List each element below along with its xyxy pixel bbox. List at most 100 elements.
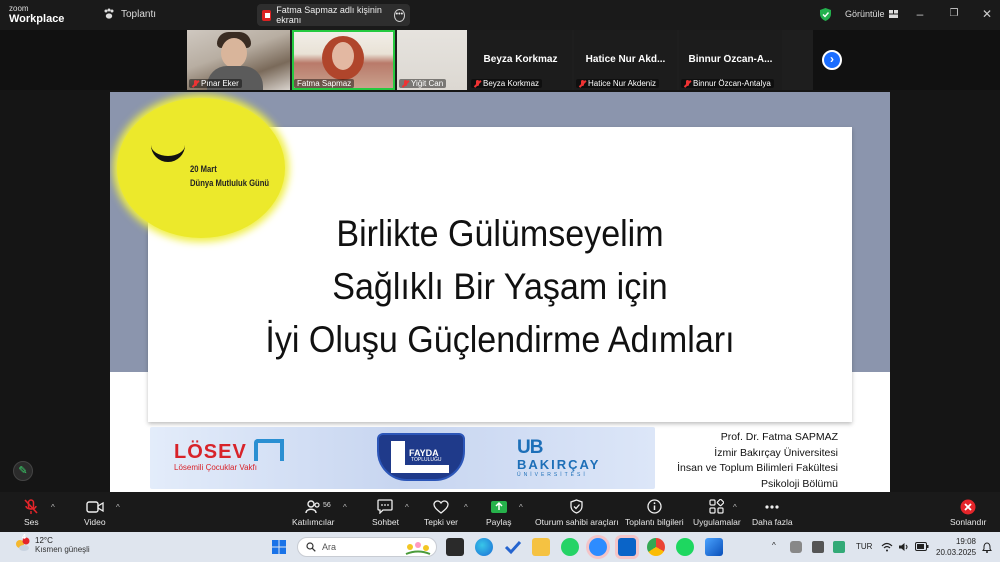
tray-app-icon[interactable] [790, 541, 802, 553]
share-options-chevron-icon[interactable]: ^ [519, 503, 523, 512]
fayda-logo-subtitle: TOPLULUĞU [411, 457, 442, 463]
edge-browser-icon[interactable] [475, 538, 493, 556]
participant-tile[interactable]: Beyza Korkmaz Beyza Korkmaz [469, 30, 572, 90]
meeting-info-button[interactable]: Toplantı bilgileri [625, 498, 684, 527]
participant-name: Fatma Sapmaz [297, 79, 352, 88]
participant-name: Binnur Özcan-Antalya [693, 79, 771, 88]
file-explorer-icon[interactable] [532, 538, 550, 556]
windows-start-icon[interactable] [272, 540, 286, 554]
losev-logo-subtitle: Lösemili Çocuklar Vakfı [174, 463, 257, 472]
losev-logo-text: LÖSEV [174, 441, 247, 463]
zoom-logo: zoom Workplace [9, 5, 64, 25]
presenter-name: Prof. Dr. Fatma SAPMAZ [720, 431, 838, 443]
participant-name: Hatice Nur Akdeniz [588, 79, 657, 88]
zoom-app-icon[interactable] [589, 538, 607, 556]
weather-widget[interactable]: 4 12°C Kısmen güneşli [14, 534, 90, 554]
tray-overflow-chevron-icon[interactable]: ^ [772, 541, 776, 550]
participant-tile[interactable]: Yiğit Can [397, 30, 467, 90]
bakircay-logo: UB BAKIRÇAY ÜNİVERSİTESİ [517, 437, 600, 478]
audio-label: Ses [24, 517, 39, 527]
chat-button[interactable]: Sohbet [372, 498, 399, 527]
host-tools-button[interactable]: Oturum sahibi araçları [535, 498, 619, 527]
participant-tile[interactable]: Binnur Özcan-A... Binnur Özcan-Antalya [679, 30, 782, 90]
chat-options-chevron-icon[interactable]: ^ [405, 503, 409, 512]
participant-name-tag: Binnur Özcan-Antalya [681, 79, 774, 88]
outlook-icon[interactable] [618, 538, 636, 556]
video-button[interactable]: Video [84, 498, 106, 527]
apps-options-chevron-icon[interactable]: ^ [733, 503, 737, 512]
participant-name: Yiğit Can [411, 79, 444, 88]
fayda-logo-mark-base [391, 465, 449, 473]
audio-options-chevron-icon[interactable]: ^ [51, 503, 55, 512]
end-meeting-button[interactable]: Sonlandır [950, 498, 986, 527]
todo-check-icon[interactable] [504, 538, 522, 556]
badge-line-1: 20 Mart [190, 164, 217, 174]
encryption-shield-icon[interactable] [820, 8, 831, 21]
windows-taskbar: 4 12°C Kısmen güneşli Ara ^ TUR 19:08 20… [0, 532, 1000, 562]
video-label: Video [84, 517, 106, 527]
participant-tile[interactable]: Pınar Eker [187, 30, 290, 90]
taskbar-search-input[interactable]: Ara [297, 537, 437, 557]
mic-muted-icon [192, 79, 199, 88]
meeting-menu-button[interactable]: Toplantı [103, 8, 156, 20]
photos-app-icon[interactable] [705, 538, 723, 556]
fayda-logo: FAYDA TOPLULUĞU [377, 433, 465, 481]
audio-button[interactable]: Ses [24, 498, 39, 527]
participants-count: 56 [323, 502, 331, 509]
share-screen-button[interactable]: Paylaş [486, 498, 512, 527]
annotate-pen-icon[interactable]: ✎ [13, 461, 33, 481]
screen-share-banner[interactable]: Fatma Sapmaz adlı kişinin ekranı ••• [257, 4, 410, 26]
notification-bell-icon[interactable] [982, 542, 992, 553]
participants-options-chevron-icon[interactable]: ^ [343, 503, 347, 512]
heart-icon [433, 499, 449, 514]
participant-display-name: Binnur Özcan-A... [688, 54, 773, 65]
react-options-chevron-icon[interactable]: ^ [464, 503, 468, 512]
chat-bubble-icon [377, 499, 394, 514]
react-label: Tepki ver [424, 517, 459, 527]
restore-icon[interactable]: ❐ [947, 7, 961, 21]
battery-icon[interactable] [915, 542, 929, 551]
tray-app-icon[interactable] [833, 541, 845, 553]
video-camera-icon [86, 500, 104, 513]
participant-name-tag: Fatma Sapmaz [294, 79, 355, 88]
house-icon [254, 439, 284, 461]
more-options-icon[interactable]: ••• [393, 8, 405, 22]
participant-tile[interactable]: Hatice Nur Akd... Hatice Nur Akdeniz [574, 30, 677, 90]
end-label: Sonlandır [950, 517, 987, 527]
brand-bottom: Workplace [9, 13, 65, 25]
keyboard-language[interactable]: TUR [856, 542, 872, 551]
react-button[interactable]: Tepki ver [424, 498, 458, 527]
wifi-icon[interactable] [881, 542, 893, 552]
spotify-icon[interactable] [676, 538, 694, 556]
taskbar-clock[interactable]: 19:08 20.03.2025 [936, 536, 976, 558]
mic-muted-icon [474, 79, 481, 88]
losev-logo: LÖSEV Lösemili Çocuklar Vakfı [174, 439, 284, 472]
minimize-icon[interactable]: – [913, 7, 927, 21]
speaker-icon[interactable] [898, 542, 910, 552]
meeting-toolbar: Ses ^ Video ^ Katılımcılar 56 ^ Sohbet ^… [0, 492, 1000, 532]
shared-screen: 20 Mart Dünya Mutluluk Günü Birlikte Gül… [0, 90, 1000, 492]
bakircay-logo-mark: UB [517, 437, 543, 458]
more-button[interactable]: Daha fazla [752, 498, 793, 527]
presenter-faculty: İnsan ve Toplum Bilimleri Fakültesi [677, 462, 838, 474]
next-participants-arrow-icon[interactable]: › [822, 50, 842, 70]
info-icon [647, 499, 662, 514]
close-icon[interactable]: ✕ [980, 7, 994, 21]
participant-name: Beyza Korkmaz [483, 79, 540, 88]
more-dots-icon [765, 504, 779, 509]
task-view-icon[interactable] [446, 538, 464, 556]
whatsapp-icon[interactable] [561, 538, 579, 556]
video-options-chevron-icon[interactable]: ^ [116, 503, 120, 512]
participant-name-tag: Hatice Nur Akdeniz [576, 79, 660, 88]
tray-app-icon[interactable] [812, 541, 824, 553]
view-button[interactable]: Görüntüle [845, 9, 898, 19]
participant-video-face [332, 42, 354, 70]
title-bar: zoom Workplace Toplantı Fatma Sapmaz adl… [0, 0, 1000, 30]
participants-label: Katılımcılar [292, 517, 335, 527]
chrome-icon[interactable] [647, 538, 665, 556]
badge-line-2: Dünya Mutluluk Günü [190, 178, 270, 188]
share-screen-icon [490, 500, 507, 513]
mic-muted-icon [684, 79, 691, 88]
participant-tile-active-speaker[interactable]: Fatma Sapmaz [292, 30, 395, 90]
participant-video-face [221, 38, 247, 68]
